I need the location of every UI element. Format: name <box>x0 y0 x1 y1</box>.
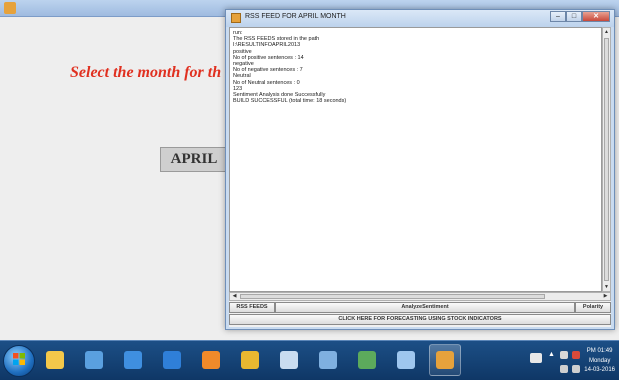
analyze-sentiment-button[interactable]: AnalyzeSentiment <box>275 302 575 313</box>
select-month-prompt: Select the month for th <box>70 64 222 81</box>
taskbar-pinned-items <box>39 344 468 376</box>
calculator-icon <box>85 351 103 369</box>
rss-feeds-button[interactable]: RSS FEEDS <box>229 302 275 313</box>
rss-window-titlebar[interactable]: RSS FEED FOR APRIL MONTH – □ ✕ <box>226 10 614 27</box>
document-icon <box>319 351 337 369</box>
action-center-flag-icon[interactable] <box>530 353 542 363</box>
vertical-scroll-thumb[interactable] <box>604 38 609 281</box>
internet-explorer-icon <box>124 351 142 369</box>
virtualbox-icon <box>280 351 298 369</box>
output-text-area[interactable]: run: The RSS FEEDS stored in the path I:… <box>229 27 602 292</box>
system-tray: ▲ PM 01:49 Monday 14-03-2016 <box>528 345 619 377</box>
java-app-icon <box>4 2 16 14</box>
volume-icon[interactable] <box>560 365 568 373</box>
scroll-down-arrow-icon[interactable]: ▼ <box>604 284 609 290</box>
horizontal-scrollbar[interactable]: ◀ ▶ <box>229 292 611 301</box>
april-month-button[interactable]: APRIL <box>160 147 228 172</box>
start-button[interactable] <box>3 345 35 377</box>
taskbar-item[interactable] <box>351 344 383 376</box>
rss-window-content: run: The RSS FEEDS stored in the path I:… <box>229 27 611 327</box>
taskbar-item[interactable] <box>273 344 305 376</box>
taskbar-clock[interactable]: PM 01:49 Monday 14-03-2016 <box>584 347 615 376</box>
scroll-right-arrow-icon[interactable]: ▶ <box>602 293 609 300</box>
rss-window-title: RSS FEED FOR APRIL MONTH <box>245 13 346 20</box>
clock-time: PM 01:49 <box>586 348 613 354</box>
taskbar-item[interactable] <box>156 344 188 376</box>
polarity-button[interactable]: Polarity <box>575 302 611 313</box>
close-button[interactable]: ✕ <box>582 11 610 22</box>
network-icon[interactable] <box>560 351 568 359</box>
window-controls: – □ ✕ <box>550 11 610 22</box>
media-player-icon <box>202 351 220 369</box>
outlook-icon <box>163 351 181 369</box>
taskbar-item[interactable] <box>78 344 110 376</box>
horizontal-scroll-thumb[interactable] <box>240 294 545 299</box>
vertical-scrollbar[interactable]: ▲ ▼ <box>602 27 611 292</box>
maximize-button[interactable]: □ <box>566 11 582 22</box>
taskbar-item[interactable] <box>117 344 149 376</box>
notepad-icon <box>397 351 415 369</box>
battery-warning-icon[interactable] <box>572 351 580 359</box>
excel-icon <box>358 351 376 369</box>
scroll-left-arrow-icon[interactable]: ◀ <box>231 293 238 300</box>
output-line: BUILD SUCCESSFUL (total time: 18 seconds… <box>233 98 347 105</box>
taskbar-item[interactable] <box>390 344 422 376</box>
file-explorer-icon <box>46 351 64 369</box>
taskbar-item[interactable] <box>312 344 344 376</box>
taskbar-item[interactable] <box>39 344 71 376</box>
clock-day: Monday <box>588 357 611 364</box>
clock-date: 14-03-2016 <box>584 367 615 373</box>
chrome-icon <box>241 351 259 369</box>
action-button-row: RSS FEEDS AnalyzeSentiment Polarity <box>229 302 611 313</box>
minimize-button[interactable]: – <box>550 11 566 22</box>
show-hidden-icons-chevron-icon[interactable]: ▲ <box>548 351 556 359</box>
taskbar-item[interactable] <box>195 344 227 376</box>
java-app-icon <box>231 13 241 23</box>
taskbar-item[interactable] <box>234 344 266 376</box>
speaker-icon[interactable] <box>572 365 580 373</box>
forecasting-button[interactable]: CLICK HERE FOR FORECASTING USING STOCK I… <box>229 314 611 325</box>
rss-feed-window: RSS FEED FOR APRIL MONTH – □ ✕ run: The … <box>225 9 615 330</box>
taskbar: ▲ PM 01:49 Monday 14-03-2016 <box>0 340 619 380</box>
java-app-icon <box>436 351 454 369</box>
scroll-up-arrow-icon[interactable]: ▲ <box>604 29 609 35</box>
taskbar-item[interactable] <box>429 344 461 376</box>
windows-logo-icon <box>13 353 25 365</box>
